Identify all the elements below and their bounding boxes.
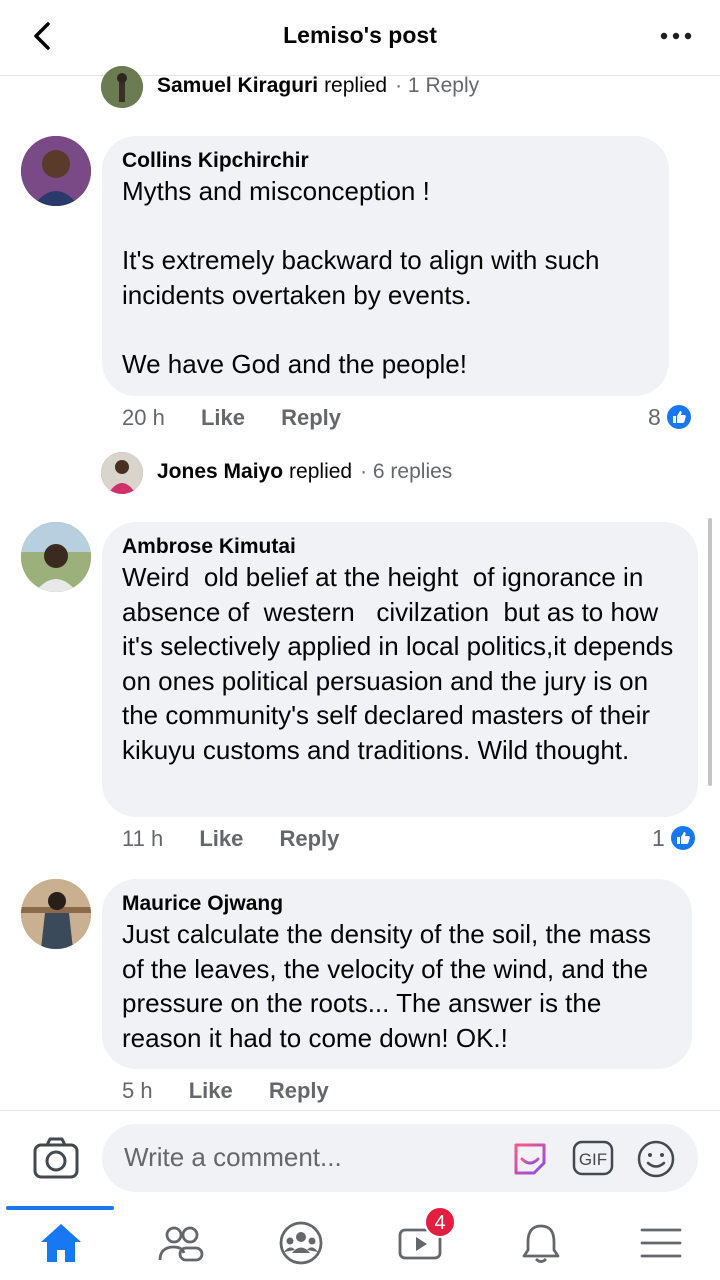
like-icon (668, 824, 697, 852)
avatar[interactable] (101, 66, 143, 108)
reaction-number: 1 (652, 824, 665, 851)
reply-row[interactable]: Samuel Kiraguri replied · 1 Reply (157, 74, 479, 98)
reply-row[interactable]: Jones Maiyo replied · 6 replies (157, 460, 452, 484)
groups-icon[interactable] (276, 1220, 326, 1266)
comment-text: Just calculate the density of the soil, … (122, 919, 659, 1053)
reaction-count[interactable]: 1 (652, 824, 697, 852)
reply-count: · 1 Reply (395, 74, 480, 97)
like-button[interactable]: Like (189, 1078, 233, 1103)
comment-bubble[interactable]: Maurice Ojwang Just calculate the densit… (102, 879, 692, 1069)
comment-time: 11 h (122, 826, 164, 851)
emoji-icon[interactable] (636, 1139, 676, 1179)
avatar[interactable] (21, 522, 91, 592)
reply-button[interactable]: Reply (279, 826, 339, 851)
like-icon (664, 403, 693, 431)
comment-text: Myths and misconception ! It's extremely… (122, 176, 600, 379)
avatar[interactable] (101, 452, 143, 494)
comment-author[interactable]: Collins Kipchirchir (122, 148, 647, 174)
reply-verb: replied (289, 460, 353, 483)
comment-time: 5 h (122, 1078, 153, 1103)
reply-author: Jones Maiyo (157, 460, 284, 483)
more-icon[interactable] (658, 18, 694, 54)
avatar[interactable] (21, 879, 91, 949)
reply-count: · 6 replies (360, 460, 453, 483)
page-title: Lemiso's post (283, 22, 437, 48)
scrollbar[interactable] (708, 518, 712, 786)
camera-icon[interactable] (30, 1133, 82, 1185)
reaction-count[interactable]: 8 (648, 403, 693, 431)
comment-author[interactable]: Ambrose Kimutai (122, 534, 676, 560)
bell-icon[interactable] (516, 1220, 566, 1266)
active-tab-indicator (6, 1206, 114, 1210)
comment-actions: 20 h Like Reply (122, 405, 371, 431)
reaction-number: 8 (648, 403, 661, 430)
comment-actions: 5 h Like Reply (122, 1078, 359, 1104)
reply-verb: replied (324, 74, 388, 97)
comment-bubble[interactable]: Collins Kipchirchir Myths and misconcept… (102, 136, 669, 396)
header: Lemiso's post (0, 0, 720, 76)
comment-time: 20 h (122, 405, 165, 430)
comment-author[interactable]: Maurice Ojwang (122, 891, 670, 917)
menu-icon[interactable] (636, 1220, 686, 1266)
like-button[interactable]: Like (201, 405, 245, 430)
like-button[interactable]: Like (199, 826, 243, 851)
comment-input[interactable]: Write a comment... GIF (102, 1124, 698, 1192)
comment-text: Weird old belief at the height of ignora… (122, 562, 681, 765)
comment-bubble[interactable]: Ambrose Kimutai Weird old belief at the … (102, 522, 698, 817)
comment-placeholder: Write a comment... (124, 1142, 342, 1172)
sticker-icon[interactable] (510, 1139, 550, 1179)
comment-composer: Write a comment... GIF (0, 1110, 720, 1206)
reply-button[interactable]: Reply (269, 1078, 329, 1103)
avatar[interactable] (21, 136, 91, 206)
notification-badge: 4 (424, 1206, 456, 1238)
bottom-nav: 4 (0, 1206, 720, 1280)
gif-icon[interactable]: GIF (572, 1139, 614, 1177)
gif-label: GIF (579, 1150, 607, 1169)
friends-icon[interactable] (156, 1220, 206, 1266)
home-icon[interactable] (36, 1220, 86, 1266)
reply-button[interactable]: Reply (281, 405, 341, 430)
comment-actions: 11 h Like Reply (122, 826, 369, 852)
reply-author: Samuel Kiraguri (157, 74, 319, 97)
